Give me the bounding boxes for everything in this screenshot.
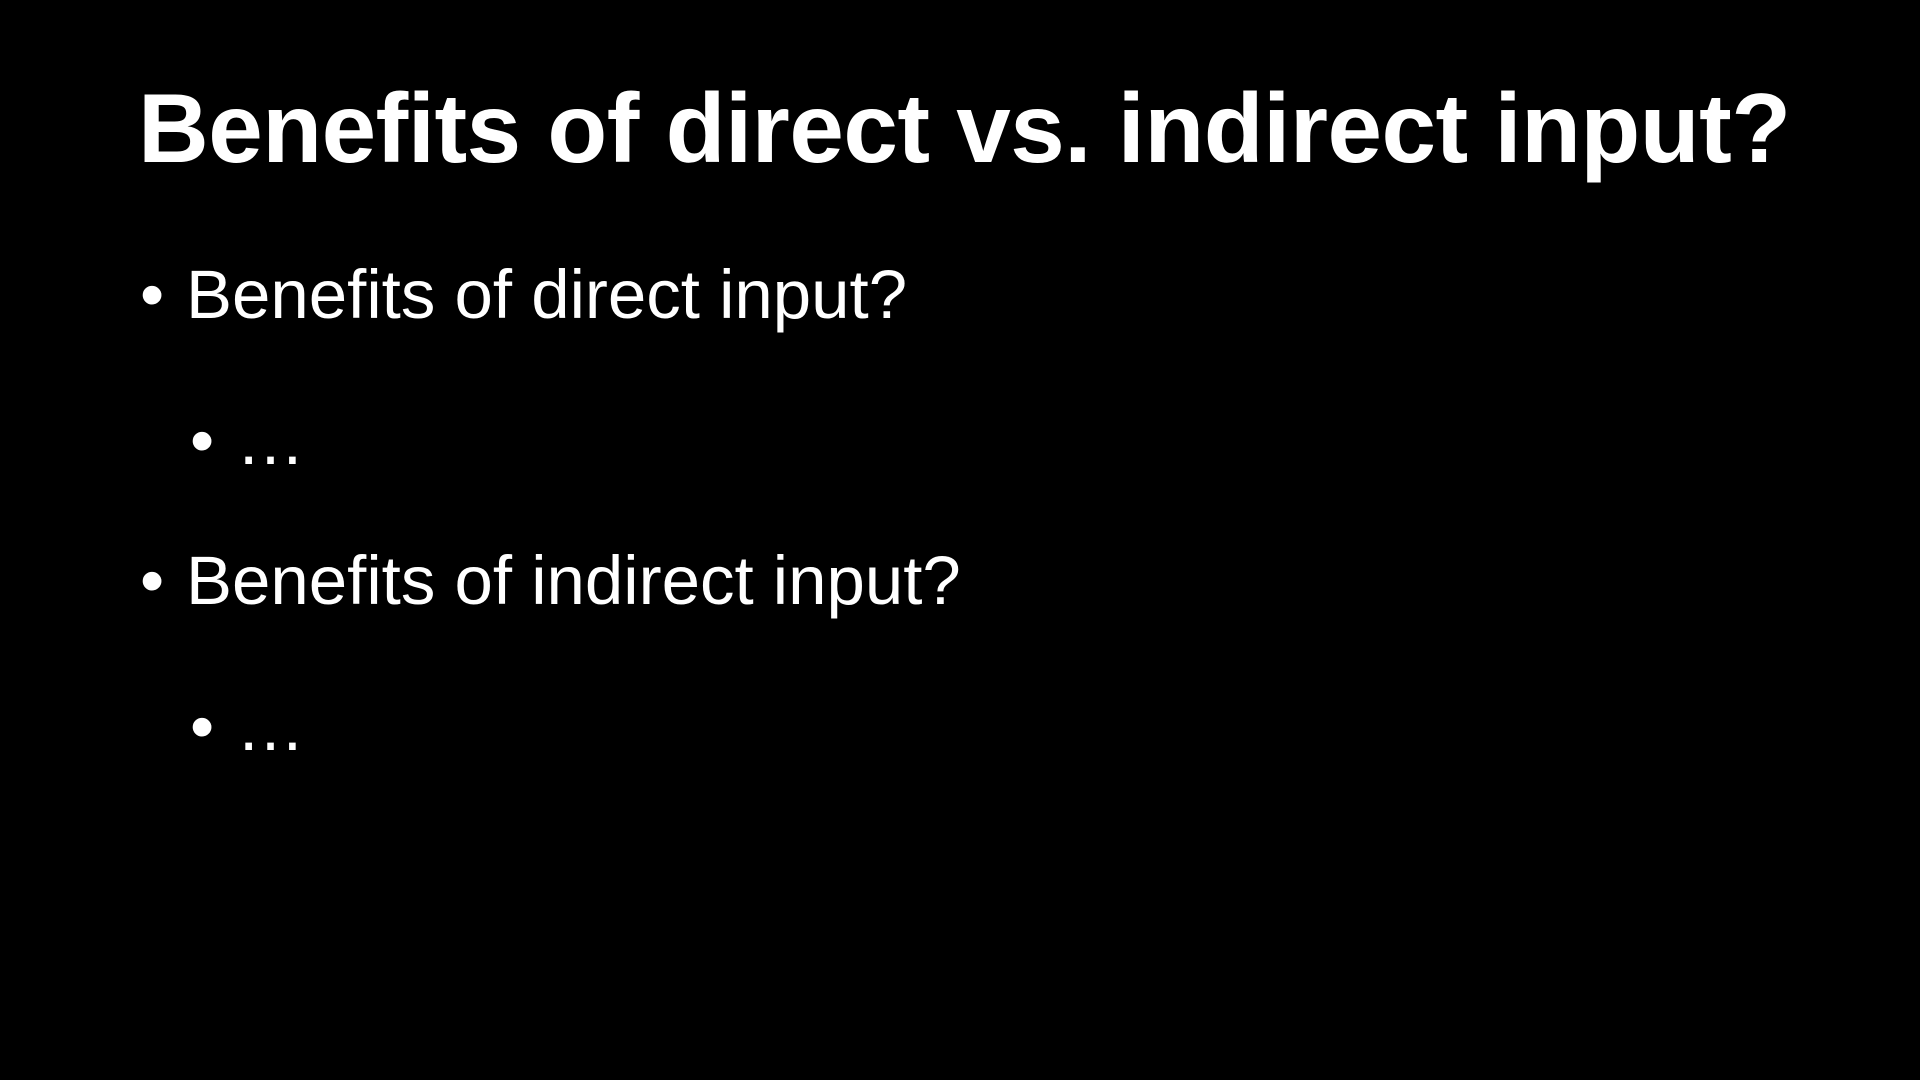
bullet-dot-icon: • xyxy=(190,688,215,765)
slide: Benefits of direct vs. indirect input? •… xyxy=(0,0,1920,1080)
sub-bullet-item: •… xyxy=(190,686,305,769)
bullet-dot-icon: • xyxy=(140,542,165,619)
bullet-text: … xyxy=(236,688,305,765)
sub-bullet-item: •… xyxy=(190,400,305,483)
bullet-text: Benefits of direct input? xyxy=(186,256,908,333)
bullet-item-direct-input: • Benefits of direct input? xyxy=(140,254,907,337)
bullet-dot-icon: • xyxy=(140,256,165,333)
bullet-text: Benefits of indirect input? xyxy=(186,542,961,619)
bullet-dot-icon: • xyxy=(190,402,215,479)
bullet-item-indirect-input: • Benefits of indirect input? xyxy=(140,540,961,623)
bullet-text: … xyxy=(236,402,305,479)
slide-title: Benefits of direct vs. indirect input? xyxy=(138,73,1791,183)
